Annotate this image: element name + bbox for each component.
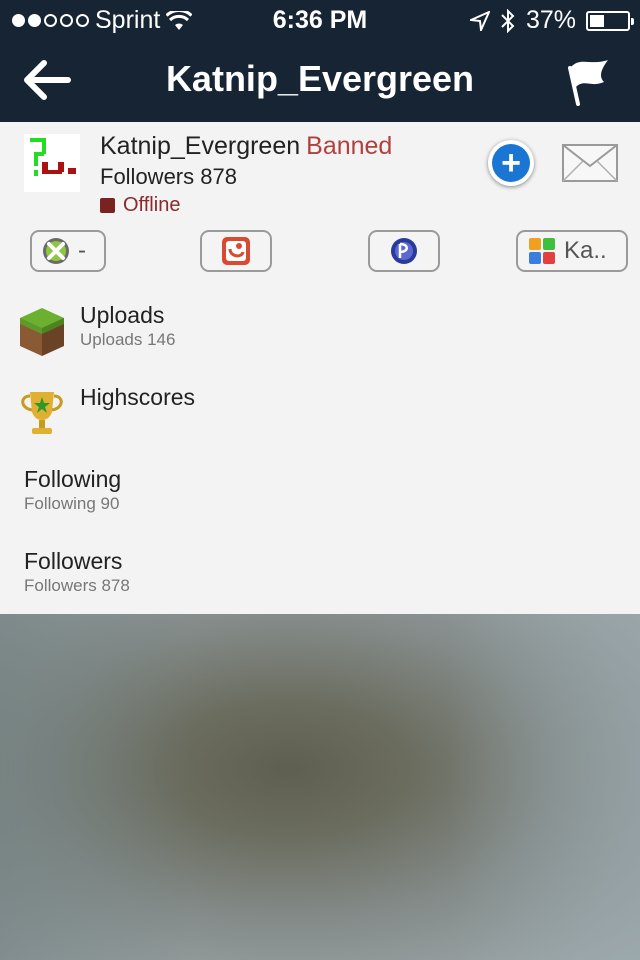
report-flag-button[interactable] (566, 54, 612, 106)
page-title: Katnip_Evergreen (165, 58, 475, 99)
xbox-account-label: - (78, 237, 86, 264)
followers-subtitle: Followers 878 (24, 576, 130, 595)
avatar[interactable] (24, 134, 80, 192)
location-arrow-icon (469, 10, 490, 31)
trophy-icon (21, 392, 63, 434)
xbox-account-button[interactable]: - (30, 230, 106, 272)
presence-label: Offline (123, 194, 181, 216)
follow-button[interactable]: + (488, 140, 534, 186)
following-title: Following (24, 466, 122, 492)
navigation-bar: Sprint 6:36 PM 37% Katnip_Evergreen (0, 0, 640, 122)
playstation-account-button[interactable] (368, 230, 440, 272)
profile-header: Katnip_Evergreen Banned Followers 878 Off… (0, 122, 640, 226)
followers-row[interactable]: Followers Followers 878 (0, 540, 640, 620)
highscores-title: Highscores (80, 384, 196, 410)
uploads-count: Uploads 146 (80, 330, 176, 349)
followers-count: Followers 878 (100, 164, 237, 189)
status-bar: Sprint 6:36 PM 37% (0, 0, 640, 40)
following-row[interactable]: Following Following 90 (0, 458, 640, 538)
grass-block-icon (20, 308, 64, 356)
xbox-icon (43, 238, 69, 264)
linked-accounts: - Ka.. (0, 230, 640, 274)
plus-icon: + (492, 144, 530, 182)
playstation-icon (391, 238, 417, 264)
facebook-icon (222, 237, 250, 265)
battery-icon (586, 10, 634, 31)
presence-status: Offline (100, 194, 180, 217)
username: Katnip_Evergreen (100, 132, 301, 160)
envelope-icon (562, 144, 618, 182)
highscores-row[interactable]: Highscores (0, 376, 640, 456)
battery-percent: 37% (525, 6, 576, 34)
bluetooth-icon (501, 8, 515, 33)
username-line: Katnip_Evergreen Banned (100, 132, 392, 161)
pixel-avatar-icon (24, 134, 80, 192)
banned-badge: Banned (306, 132, 393, 160)
blurred-background (0, 614, 640, 960)
facebook-account-button[interactable] (200, 230, 272, 272)
following-count: Following 90 (24, 494, 120, 513)
game-center-icon (529, 238, 555, 264)
followers-title: Followers (24, 548, 123, 574)
game-center-account-label: Ka.. (564, 237, 607, 264)
uploads-row[interactable]: Uploads Uploads 146 (0, 294, 640, 374)
message-button[interactable] (562, 144, 618, 182)
offline-indicator-icon (100, 198, 115, 213)
flag-icon (568, 60, 608, 106)
uploads-title: Uploads (80, 302, 165, 328)
game-center-account-button[interactable]: Ka.. (516, 230, 628, 272)
